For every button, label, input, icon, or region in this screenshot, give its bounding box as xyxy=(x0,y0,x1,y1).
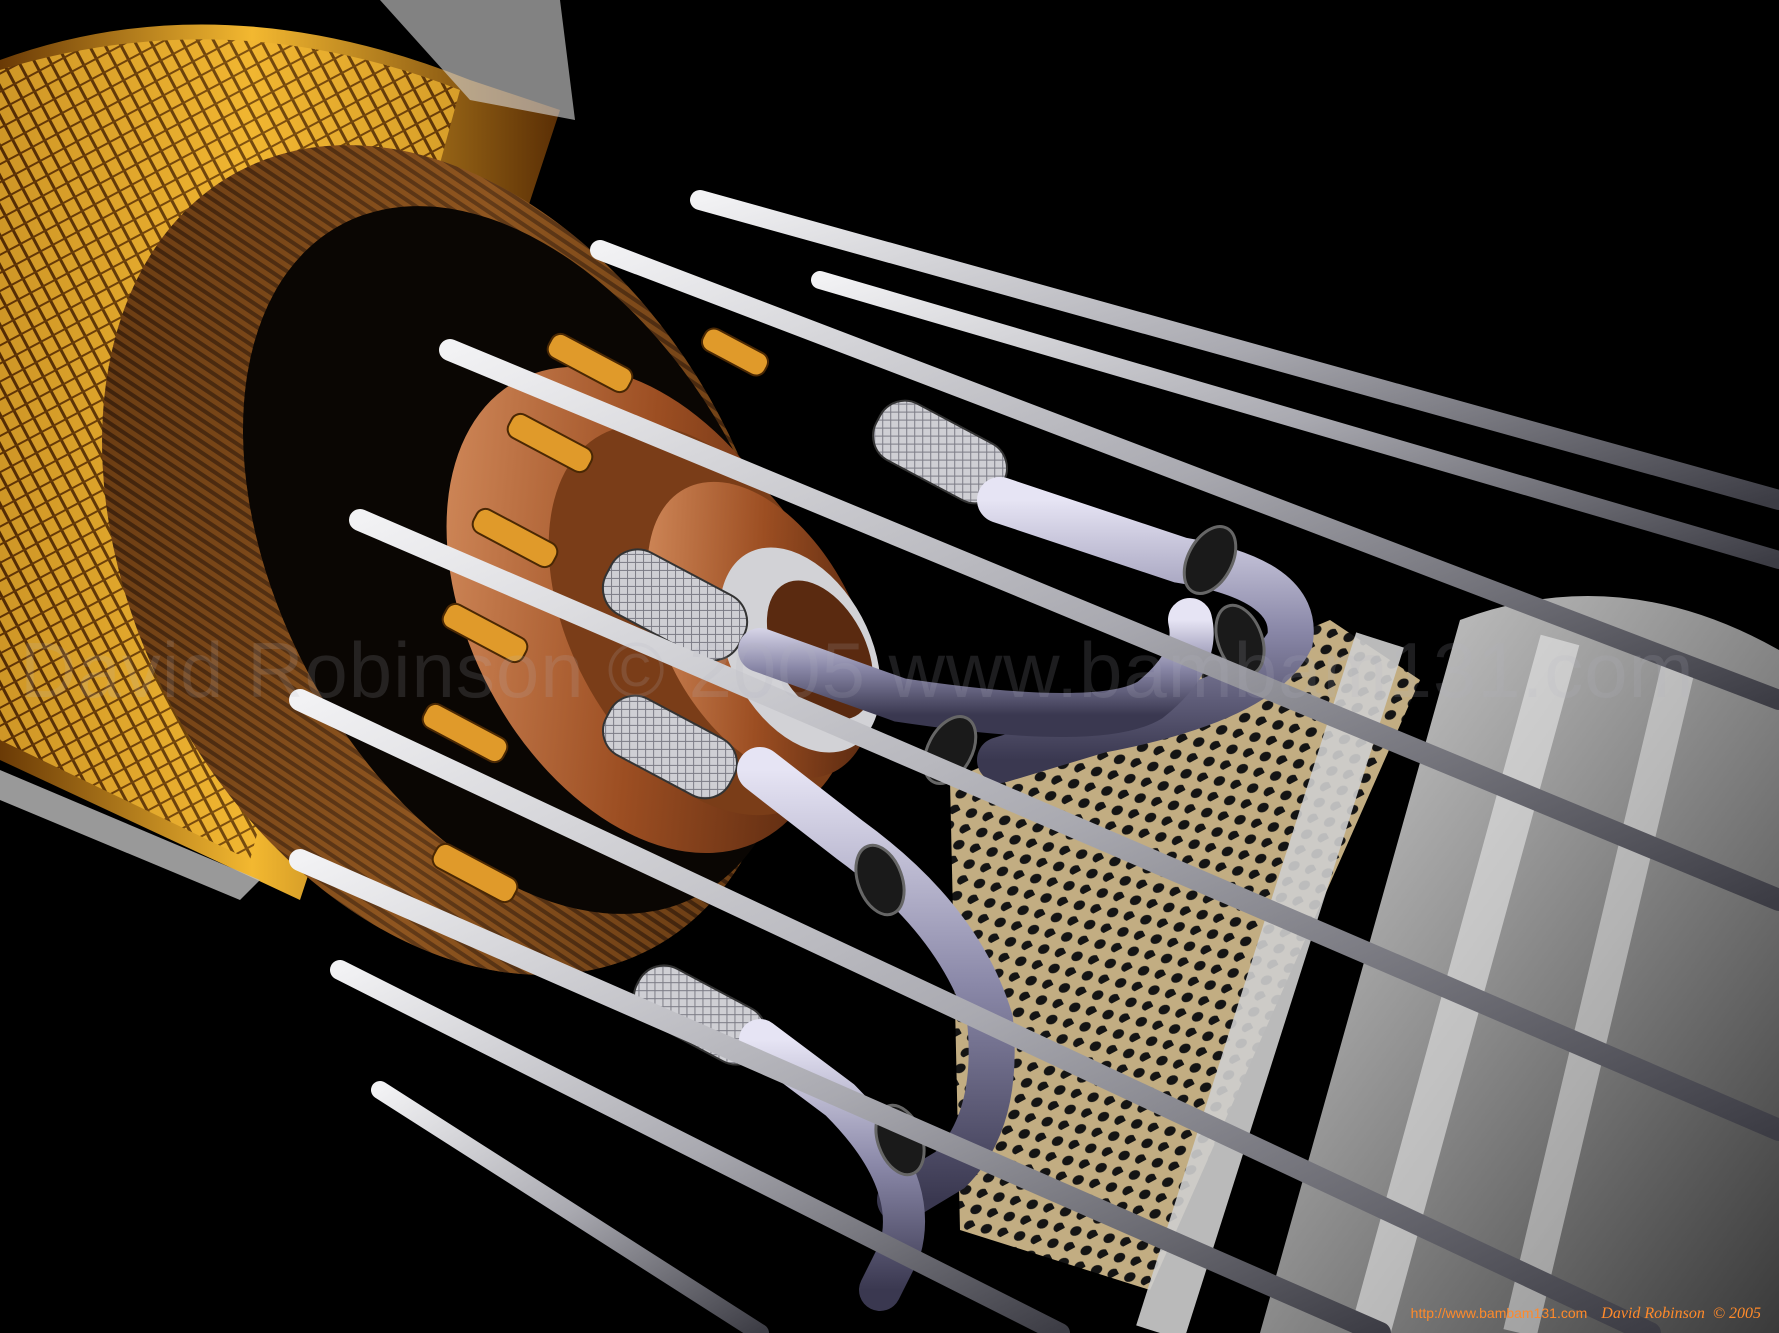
credit-url: http://www.bambam131.com xyxy=(1410,1305,1588,1321)
credit-year: © 2005 xyxy=(1712,1305,1761,1322)
credit-signature: David Robinson xyxy=(1601,1305,1705,1322)
render-scene: David Robinson © 2005 www.bambam131.com … xyxy=(0,0,1779,1333)
watermark-text: David Robinson © 2005 www.bambam131.com xyxy=(20,626,1695,714)
credit-line: http://www.bambam131.com David Robinson … xyxy=(1411,1305,1761,1323)
